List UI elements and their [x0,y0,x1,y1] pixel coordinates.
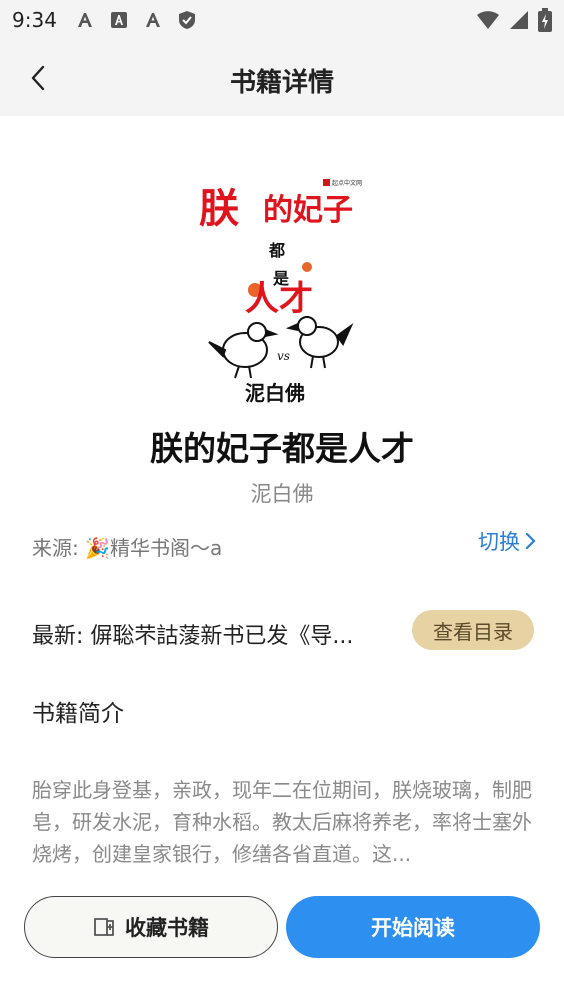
a-icon [145,13,160,27]
source-row: 来源: 🎉精华书阁～a 切换 [32,530,536,562]
intro-heading: 书籍简介 [32,701,124,727]
intro-text[interactable]: 胎穿此身登基，亲政，现年二在位期间，朕烧玻璃，制肥皂，研发水泥，育种水稻。教太后… [32,774,538,870]
cover-author-mark: 泥白佛 [245,381,305,405]
source-label: 来源: 🎉精华书阁～a [32,536,223,560]
book-title: 朕的妃子都是人才 [150,429,414,468]
book-cover[interactable]: 起点中文网 朕 的妃子 都 是 人才 vs 泥白佛 [195,170,375,410]
book-author[interactable]: 泥白佛 [0,478,564,508]
cover-publisher: 起点中文网 [332,179,362,187]
cover-line-rencai: 人才 [245,279,313,319]
latest-chapter[interactable]: 最新: 偋聡芣詁蔆新书已发《导... [32,618,392,650]
switch-source-button[interactable]: 切换 [478,526,536,556]
bookshelf-add-icon [94,918,114,936]
app-header: 书籍详情 [0,40,564,116]
status-bar: 9:34 [0,0,564,40]
battery-icon [538,8,552,32]
cover-title-zhen: 朕 [199,185,239,232]
chevron-right-icon [525,532,536,550]
collect-book-button[interactable]: 收藏书籍 [24,896,278,958]
status-system-icons [476,8,552,32]
a-square-icon [110,12,127,28]
collect-book-label: 收藏书籍 [125,916,209,940]
cover-line-dou: 都 [268,241,285,260]
bottom-action-bar: 收藏书籍 开始阅读 [24,896,540,958]
flower-icon [302,262,312,272]
page-title: 书籍详情 [229,68,334,98]
signal-icon [510,11,528,29]
a-icon [77,13,92,27]
switch-source-label: 切换 [478,530,520,554]
status-time: 9:34 [12,8,57,32]
cover-title-feizi: 的妃子 [263,193,353,228]
publisher-logo-icon [323,179,330,186]
cover-vs: vs [277,349,290,363]
view-toc-button[interactable]: 查看目录 [412,610,534,650]
status-notification-icons [75,10,197,30]
latest-chapter-row: 最新: 偋聡芣詁蔆新书已发《导... 查看目录 [32,610,534,652]
start-reading-button[interactable]: 开始阅读 [286,896,540,958]
wifi-icon [477,11,499,29]
shield-check-icon [178,11,195,29]
